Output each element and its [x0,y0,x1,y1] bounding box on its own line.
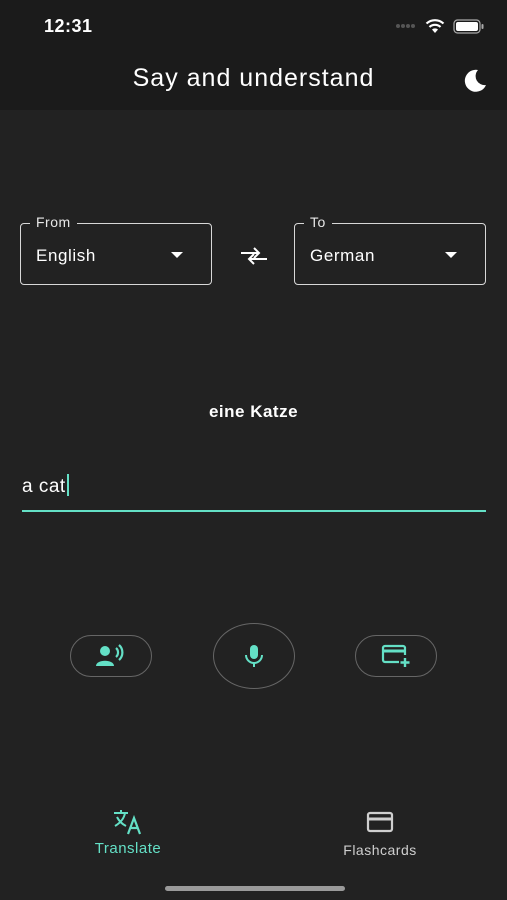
theme-toggle-button[interactable] [461,67,489,95]
chevron-down-icon [445,252,457,258]
page-title: Say and understand [132,64,375,92]
nav-translate-tab[interactable]: Translate [58,808,198,857]
swap-languages-button[interactable] [239,245,269,267]
to-language-value: German [310,246,376,265]
home-indicator [165,886,345,891]
moon-icon [464,69,486,92]
nav-flashcards-tab[interactable]: Flashcards [310,808,450,858]
microphone-icon [245,645,263,667]
translation-output: eine Katze [208,402,299,421]
flashcard-icon [366,811,394,833]
chevron-down-icon [171,252,183,258]
speaker-person-icon [96,644,124,666]
app-bar: 12:31 Say and understand [0,0,507,110]
from-language-value: English [36,246,96,265]
swap-icon [241,247,267,265]
nav-flashcards-label: Flashcards [343,842,417,858]
to-language-select[interactable]: To German [294,214,486,285]
microphone-button[interactable] [213,623,295,689]
nav-translate-label: Translate [94,840,162,857]
source-text-value: a cat [22,476,66,497]
text-caret [66,474,69,496]
status-icons [395,18,485,34]
screen: 12:31 Say and understand From English To… [0,0,507,900]
speak-button[interactable] [70,635,152,677]
status-time: 12:31 [44,16,93,36]
signal-dots-icon [396,24,415,28]
translate-icon [114,810,142,835]
to-label: To [304,214,332,230]
source-text-input[interactable]: a cat [22,468,486,512]
add-flashcard-button[interactable] [355,635,437,677]
from-label: From [30,214,77,230]
from-language-select[interactable]: From English [20,214,212,285]
add-card-icon [381,644,410,667]
battery-icon [453,18,484,34]
wifi-icon [425,19,445,33]
